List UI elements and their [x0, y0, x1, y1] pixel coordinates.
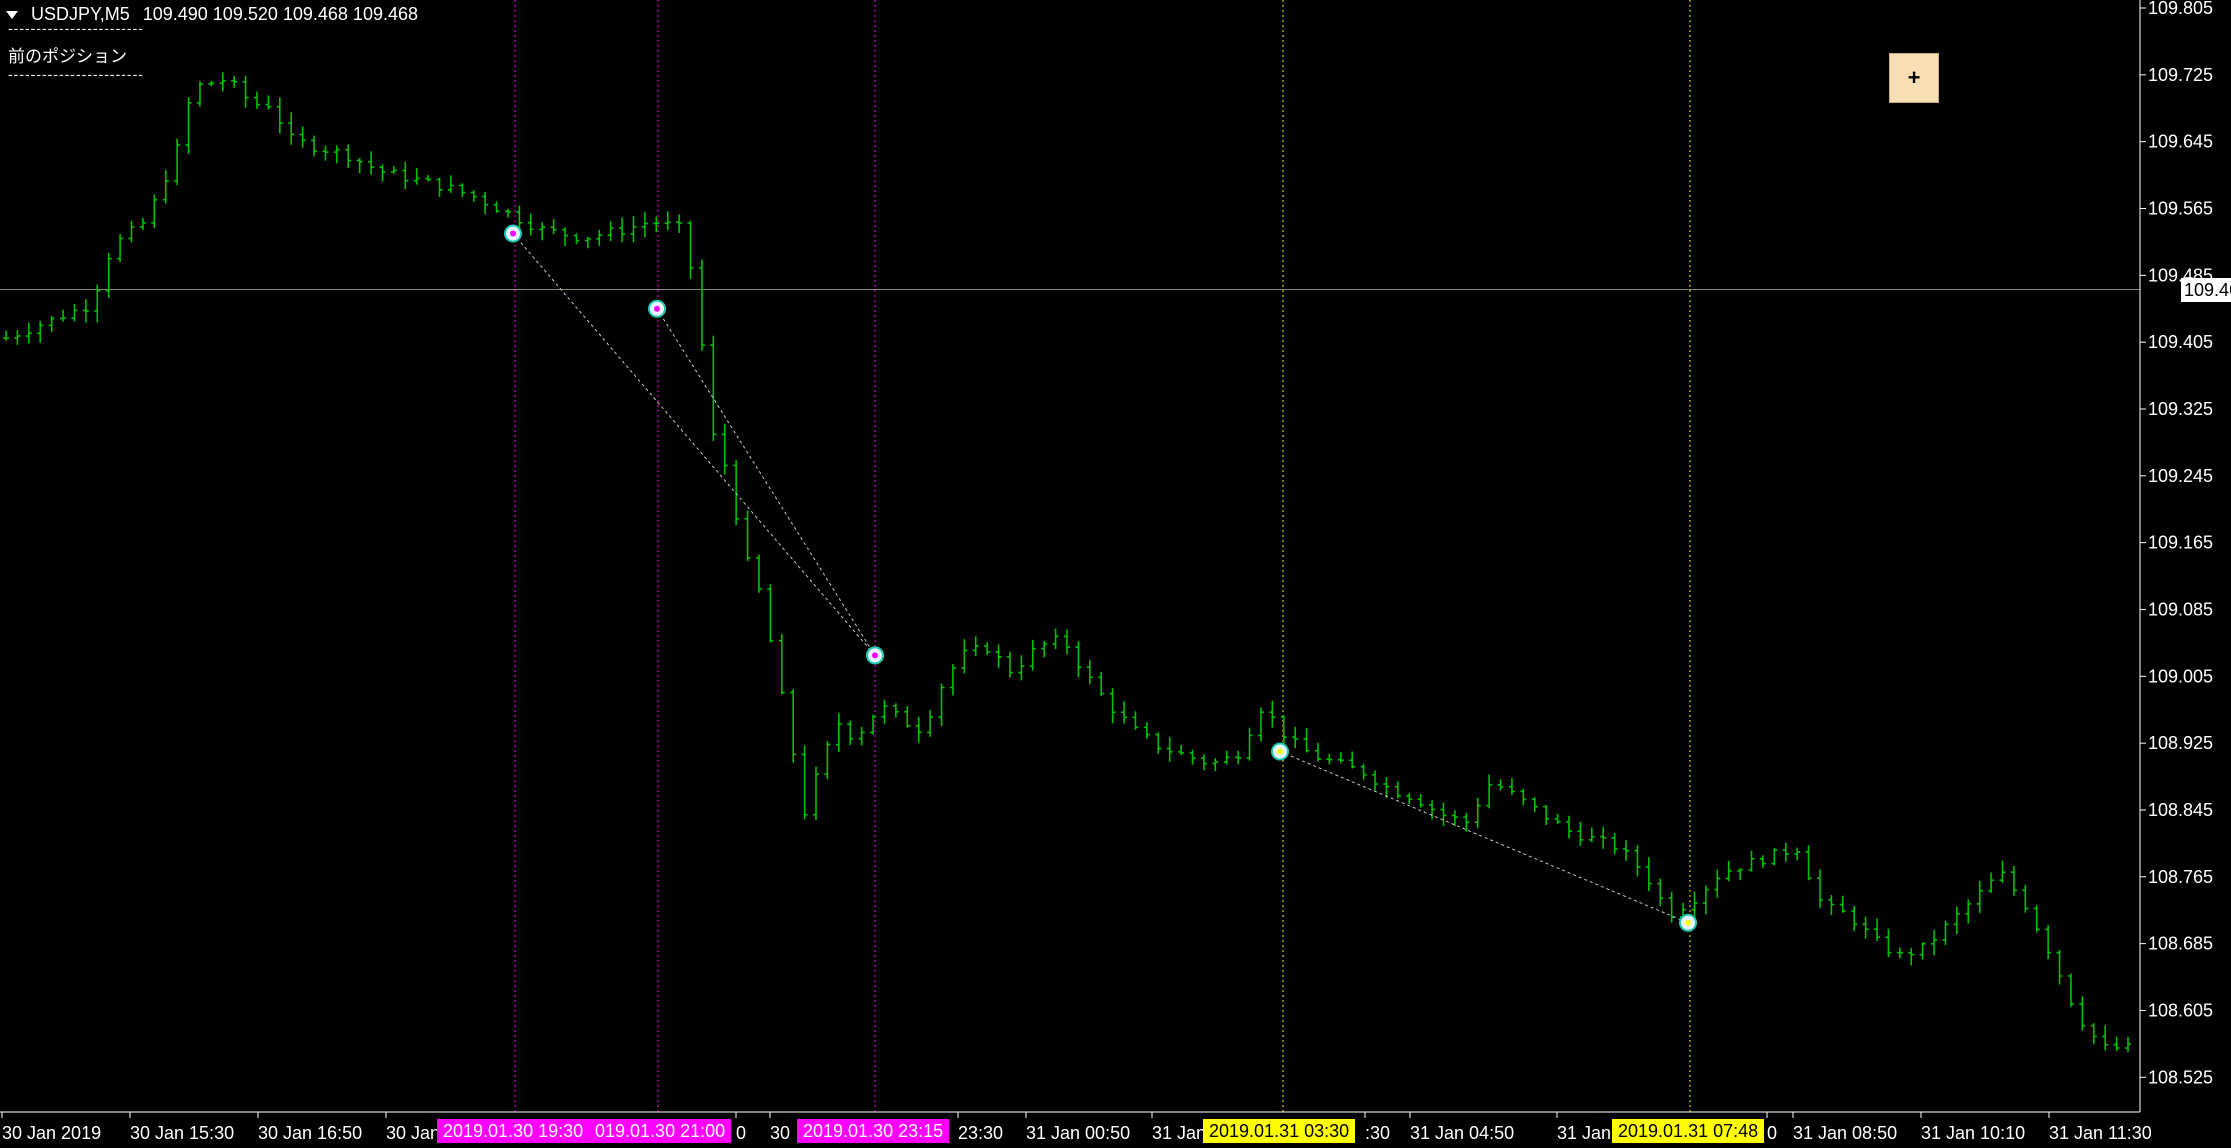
x-tick-label: 30: [770, 1123, 790, 1143]
x-tick-label: 31 Jan 11:30: [2049, 1123, 2152, 1143]
trade-marker-icon[interactable]: [1271, 742, 1289, 761]
y-tick-label: 108.765: [2148, 867, 2213, 887]
x-tick-label: 23:30: [958, 1123, 1003, 1143]
y-tick-label: 108.685: [2148, 934, 2213, 954]
x-tick-label: 31 Jan 10:10: [1921, 1123, 2025, 1143]
y-tick-label: 108.925: [2148, 733, 2213, 753]
trade-marker-icon[interactable]: [504, 224, 522, 243]
date-tag-5: 2019.01.31 07:48: [1612, 1119, 1765, 1143]
ohlc-values: 109.490 109.520 109.468 109.468: [142, 4, 418, 24]
x-tick-label: 31 Jan 08:50: [1793, 1123, 1897, 1143]
y-tick-label: 109.165: [2148, 533, 2213, 553]
y-tick-label: 109.325: [2148, 399, 2213, 419]
add-button[interactable]: +: [1889, 53, 1939, 103]
date-tag-1: 2019.01.30 19:30: [437, 1119, 590, 1143]
dropdown-arrow-icon[interactable]: [6, 11, 18, 20]
y-tick-label: 109.245: [2148, 466, 2213, 486]
y-tick-label: 109.565: [2148, 198, 2213, 218]
y-tick-label: 108.605: [2148, 1000, 2213, 1020]
chart-window[interactable]: 109.805 109.725 109.645 109.565 109.485 109.4…: [0, 0, 2231, 1148]
panel-separator-top: ------------------------: [8, 20, 144, 36]
y-tick-label: 109.085: [2148, 599, 2213, 619]
current-price-label: 109.468: [2181, 278, 2231, 302]
y-tick-label: 108.525: [2148, 1067, 2213, 1087]
date-tag-4: 2019.01.31 03:30: [1203, 1119, 1356, 1143]
x-tick-label: :30: [1365, 1123, 1390, 1143]
y-tick-label: 109.405: [2148, 332, 2213, 352]
x-tick-label: 0: [736, 1123, 746, 1143]
previous-positions-title: 前のポジション: [8, 47, 127, 66]
x-tick-label: 30 Jan 2019: [2, 1123, 101, 1143]
y-tick-label: 109.805: [2148, 0, 2213, 18]
x-tick-label: 30 Jan 15:30: [130, 1123, 234, 1143]
x-tick-label: 30 Jan 16:50: [258, 1123, 362, 1143]
trade-marker-icon[interactable]: [866, 646, 884, 665]
date-tag-3: 2019.01.30 23:15: [797, 1119, 950, 1143]
x-tick-label: 30 Jan: [386, 1123, 440, 1143]
y-tick-label: 109.645: [2148, 132, 2213, 152]
y-tick-label: 109.725: [2148, 65, 2213, 85]
x-tick-label: 31 Jan: [1152, 1123, 1206, 1143]
trade-marker-icon[interactable]: [1679, 913, 1697, 932]
price-chart[interactable]: 109.805109.725109.645109.565109.485109.4…: [0, 0, 2231, 1148]
y-tick-label: 109.005: [2148, 666, 2213, 686]
date-tag-2: 019.01.30 21:00: [589, 1119, 732, 1143]
y-tick-label: 108.845: [2148, 800, 2213, 820]
panel-separator-bottom: ------------------------: [8, 66, 144, 82]
x-tick-label: 31 Jan 00:50: [1026, 1123, 1130, 1143]
x-tick-label: 31 Jan 04:50: [1410, 1123, 1514, 1143]
trade-marker-icon[interactable]: [648, 299, 666, 318]
x-tick-label: 0: [1767, 1123, 1777, 1143]
